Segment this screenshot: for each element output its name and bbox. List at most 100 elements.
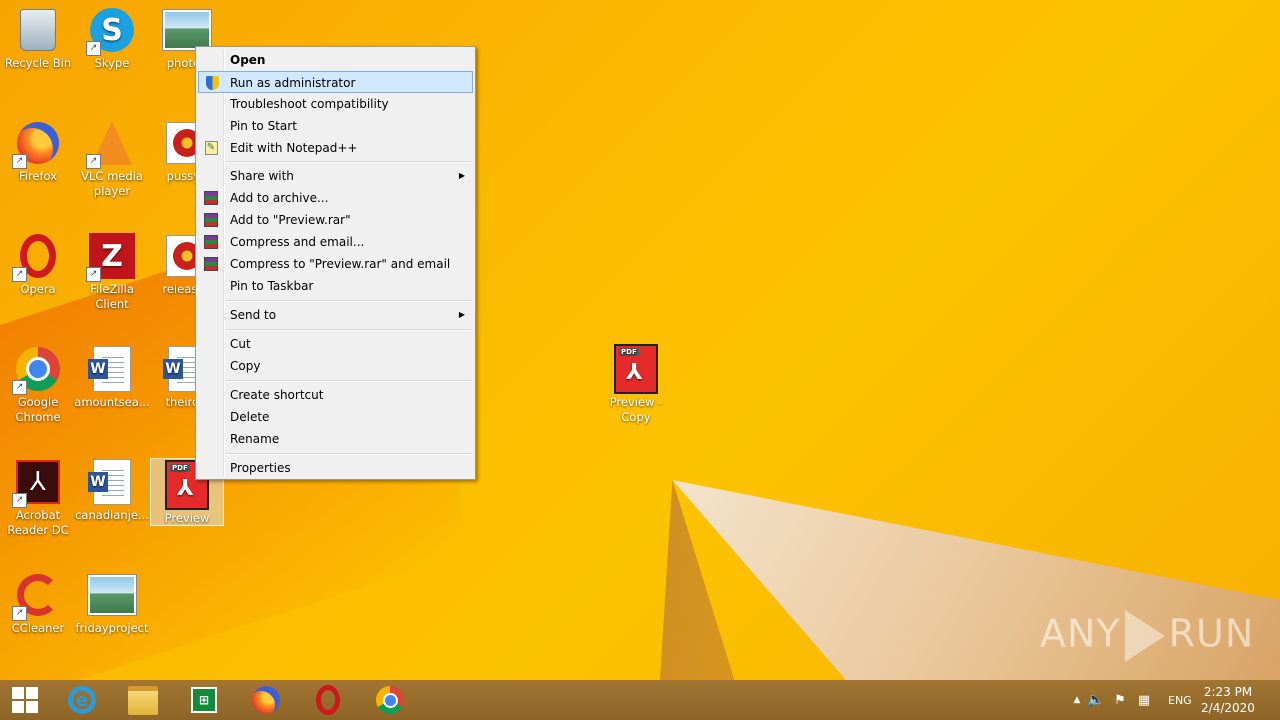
desktop-icon-label: Opera: [20, 282, 56, 296]
menu-item-label: Send to: [230, 308, 277, 322]
desktop-icon-amountsea[interactable]: W amountsea...: [74, 339, 150, 410]
shortcut-arrow-icon: ↗: [86, 154, 101, 169]
desktop-icon-recycle-bin[interactable]: Recycle Bin: [0, 0, 76, 71]
network-icon[interactable]: ▦: [1132, 693, 1156, 708]
menu-item-label: Create shortcut: [230, 388, 324, 402]
taskbar-store[interactable]: ⊞: [174, 680, 234, 720]
taskbar-chrome[interactable]: [360, 680, 420, 720]
menu-item-add-to-archive[interactable]: Add to archive...: [198, 187, 473, 209]
winrar-icon: [203, 234, 219, 250]
desktop-icon-label: Skype: [94, 56, 130, 70]
menu-item-label: Delete: [230, 410, 270, 424]
menu-item-send-to[interactable]: Send to ▶: [198, 304, 473, 326]
desktop-icon-preview-copy[interactable]: PDF ⅄ Preview - Copy: [598, 339, 674, 425]
desktop-icon-ccleaner[interactable]: ↗ CCleaner: [0, 565, 76, 636]
desktop-icon-label: Google Chrome: [15, 395, 61, 424]
desktop-icon-acrobat-reader[interactable]: ⅄ ↗ Acrobat Reader DC: [0, 452, 76, 538]
pdf-file-icon: PDF ⅄: [614, 344, 658, 394]
desktop-icon-label: canadianje...: [75, 508, 149, 522]
menu-item-label: Properties: [230, 461, 291, 475]
menu-item-copy[interactable]: Copy: [198, 355, 473, 377]
taskbar-file-explorer[interactable]: [113, 680, 173, 720]
opera-icon: [316, 685, 340, 715]
desktop-icon-vlc[interactable]: ↗ VLC media player: [74, 113, 150, 199]
word-document-icon: W: [88, 346, 131, 392]
desktop-icon-label: Preview: [164, 511, 210, 525]
menu-item-label: Pin to Start: [230, 119, 297, 133]
shortcut-arrow-icon: ↗: [12, 493, 27, 508]
file-explorer-icon: [128, 685, 158, 715]
clock-time: 2:23 PM: [1203, 685, 1253, 699]
menu-item-delete[interactable]: Delete: [198, 406, 473, 428]
desktop-icon-filezilla[interactable]: Z ↗ FileZilla Client: [74, 226, 150, 312]
desktop-icon-opera[interactable]: ↗ Opera: [0, 226, 76, 297]
menu-item-label: Edit with Notepad++: [230, 141, 358, 155]
menu-item-create-shortcut[interactable]: Create shortcut: [198, 384, 473, 406]
menu-item-pin-to-taskbar[interactable]: Pin to Taskbar: [198, 275, 473, 297]
menu-item-label: Compress and email...: [230, 235, 365, 249]
desktop-icon-canadianje[interactable]: W canadianje...: [74, 452, 150, 523]
taskbar: e ⊞ ▲ 🔈 ⚑ ▦ ENG 2:23 PM 2/4/2020: [0, 680, 1280, 720]
shield-icon: [204, 75, 220, 91]
menu-item-label: Compress to "Preview.rar" and email: [230, 257, 451, 271]
play-logo-icon: [1124, 610, 1165, 662]
desktop-icon-label: amountsea...: [74, 395, 150, 409]
menu-item-properties[interactable]: Properties: [198, 457, 473, 479]
desktop-icon-firefox[interactable]: ↗ Firefox: [0, 113, 76, 184]
menu-separator: [226, 329, 472, 331]
winrar-icon: [203, 190, 219, 206]
shortcut-arrow-icon: ↗: [12, 380, 27, 395]
menu-item-cut[interactable]: Cut: [198, 333, 473, 355]
menu-item-pin-to-start[interactable]: Pin to Start: [198, 115, 473, 137]
menu-item-label: Add to archive...: [230, 191, 329, 205]
desktop-icon-label: fridayproject: [75, 621, 149, 635]
menu-separator: [226, 300, 472, 302]
taskbar-internet-explorer[interactable]: e: [52, 680, 112, 720]
menu-item-open[interactable]: Open: [198, 49, 473, 71]
taskbar-opera[interactable]: [298, 680, 358, 720]
menu-item-rename[interactable]: Rename: [198, 428, 473, 450]
desktop-icon-skype[interactable]: S ↗ Skype: [74, 0, 150, 71]
winrar-icon: [203, 256, 219, 272]
anyrun-watermark: ANY RUN: [1040, 610, 1254, 662]
watermark-text-right: RUN: [1168, 611, 1255, 656]
winrar-icon: [203, 212, 219, 228]
show-hidden-icons-icon[interactable]: ▲: [1070, 695, 1084, 705]
windows-start-icon: [12, 687, 38, 713]
taskbar-firefox[interactable]: [236, 680, 296, 720]
menu-item-compress-to-preview-rar-and-email[interactable]: Compress to "Preview.rar" and email: [198, 253, 473, 275]
menu-item-label: Share with: [230, 169, 294, 183]
menu-item-add-to-preview-rar[interactable]: Add to "Preview.rar": [198, 209, 473, 231]
menu-item-label: Open: [230, 53, 266, 67]
chrome-icon: [376, 686, 404, 714]
desktop-icon-label: Acrobat Reader DC: [7, 508, 69, 537]
menu-item-label: Troubleshoot compatibility: [230, 97, 389, 111]
watermark-text-left: ANY: [1040, 611, 1121, 656]
start-button[interactable]: [0, 680, 50, 720]
desktop[interactable]: Recycle Bin ↗ Firefox ↗ Opera ↗ Google C…: [0, 0, 1280, 680]
menu-item-run-as-administrator[interactable]: Run as administrator: [198, 71, 473, 93]
taskbar-clock[interactable]: 2:23 PM 2/4/2020: [1198, 684, 1258, 716]
menu-item-edit-with-notepad-plus-plus[interactable]: ✎ Edit with Notepad++: [198, 137, 473, 159]
volume-icon[interactable]: 🔈: [1084, 692, 1108, 708]
clock-date: 2/4/2020: [1201, 701, 1255, 715]
word-document-icon: W: [88, 459, 131, 505]
image-file-icon: [88, 575, 136, 615]
shortcut-arrow-icon: ↗: [86, 267, 101, 282]
notepad-plus-plus-icon: ✎: [203, 140, 219, 156]
desktop-icon-fridayproject[interactable]: fridayproject: [74, 565, 150, 636]
input-language[interactable]: ENG: [1168, 694, 1192, 707]
menu-item-label: Copy: [230, 359, 261, 373]
shortcut-arrow-icon: ↗: [12, 267, 27, 282]
image-file-icon: [163, 10, 211, 50]
menu-item-compress-and-email[interactable]: Compress and email...: [198, 231, 473, 253]
desktop-icon-label: FileZilla Client: [90, 282, 134, 311]
menu-item-troubleshoot-compatibility[interactable]: Troubleshoot compatibility: [198, 93, 473, 115]
menu-item-share-with[interactable]: Share with ▶: [198, 165, 473, 187]
firefox-icon: [252, 686, 280, 714]
menu-item-label: Run as administrator: [230, 76, 356, 90]
action-center-flag-icon[interactable]: ⚑: [1108, 693, 1132, 708]
recycle-bin-icon: [20, 9, 56, 51]
menu-separator: [226, 453, 472, 455]
desktop-icon-google-chrome[interactable]: ↗ Google Chrome: [0, 339, 76, 425]
